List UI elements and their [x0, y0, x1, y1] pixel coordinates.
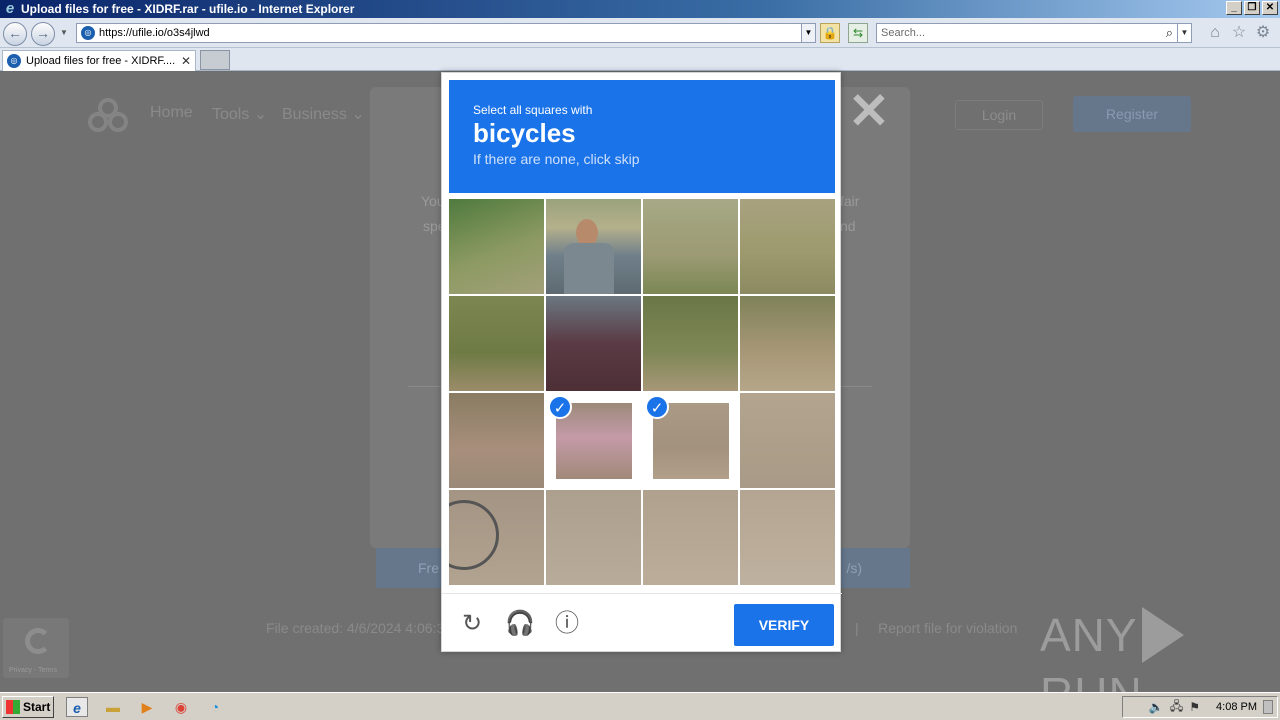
address-bar[interactable]: ◎ https://ufile.io/o3s4jlwd ▼ [76, 23, 816, 43]
address-dropdown-icon[interactable]: ▼ [801, 24, 815, 42]
ie-taskbar-icon[interactable]: e [66, 697, 88, 717]
minimize-button[interactable]: _ [1226, 1, 1242, 15]
media-player-icon[interactable]: ▶ [136, 697, 158, 717]
nav-business-link[interactable]: Business ⌄ [282, 104, 365, 124]
window-controls: _ ❐ ✕ [1226, 1, 1278, 15]
selected-check-icon: ✓ [645, 395, 669, 419]
captcha-instruction: Select all squares with [473, 103, 593, 117]
captcha-hint: If there are none, click skip [473, 151, 640, 167]
selected-check-icon: ✓ [548, 395, 572, 419]
search-icon[interactable]: ⌕ [1166, 25, 1173, 41]
edge-icon[interactable]: ◔ [204, 697, 226, 717]
start-button[interactable]: Start [2, 696, 54, 718]
dialog-text-fragment: fair [840, 193, 860, 209]
home-icon[interactable]: ⌂ [1206, 24, 1224, 42]
nav-tools-link[interactable]: Tools ⌄ [212, 104, 267, 124]
site-favicon-icon: ◎ [81, 26, 95, 40]
headphones-icon[interactable]: 🎧 [505, 610, 535, 638]
download-speed-label: /s) [846, 560, 862, 576]
settings-gear-icon[interactable]: ⚙ [1254, 24, 1272, 42]
captcha-target: bicycles [473, 118, 576, 148]
taskbar: Start e ▬ ▶ ◉ ◔ 🔈 🖧 ⚑ 4:08 PM [0, 692, 1280, 720]
captcha-footer: ↻ 🎧 ⓘ VERIFY [442, 593, 842, 653]
lock-icon[interactable]: 🔒 [820, 23, 840, 43]
tab-close-icon[interactable]: ✕ [181, 54, 191, 68]
dialog-close-icon[interactable]: ✕ [848, 86, 890, 136]
captcha-tile[interactable] [449, 393, 544, 488]
watermark-left: ANY [1040, 609, 1138, 661]
report-separator: | [855, 620, 859, 636]
nav-home-link[interactable]: Home [150, 104, 193, 122]
volume-icon[interactable]: 🔈 [1149, 700, 1164, 714]
action-center-flag-icon[interactable]: ⚑ [1189, 700, 1200, 714]
address-url: https://ufile.io/o3s4jlwd [99, 27, 210, 39]
search-input[interactable]: Search... ⌕ ▼ [876, 23, 1192, 43]
file-created-text: File created: 4/6/2024 4:06:3 [266, 620, 445, 636]
register-button[interactable]: Register [1073, 96, 1191, 132]
close-window-button[interactable]: ✕ [1262, 1, 1278, 15]
refresh-icon[interactable]: ⇆ [848, 23, 868, 43]
restore-button[interactable]: ❐ [1244, 1, 1260, 15]
captcha-tile[interactable] [740, 490, 835, 585]
dialog-text-fragment: nd [840, 218, 856, 234]
search-placeholder: Search... [881, 27, 926, 39]
captcha-tile[interactable] [740, 393, 835, 488]
report-link[interactable]: | Report file for violation [855, 620, 1017, 636]
windows-flag-icon [6, 700, 20, 714]
captcha-challenge: Select all squares with bicycles If ther… [441, 72, 842, 653]
clock[interactable]: 4:08 PM [1216, 701, 1257, 713]
anyrun-watermark: ANY RUN [1040, 606, 1280, 692]
favorites-star-icon[interactable]: ☆ [1230, 24, 1248, 42]
captcha-tile[interactable] [449, 490, 544, 585]
tab-bar: ◎ Upload files for free - XIDRF.... ✕ [0, 48, 1280, 71]
search-dropdown-icon[interactable]: ▼ [1177, 24, 1191, 42]
captcha-tile[interactable] [449, 296, 544, 391]
start-label: Start [23, 700, 51, 714]
captcha-tile[interactable] [643, 296, 738, 391]
ufile-logo-icon[interactable] [86, 98, 130, 132]
system-tray: 🔈 🖧 ⚑ 4:08 PM [1122, 696, 1278, 718]
captcha-tile[interactable] [740, 296, 835, 391]
chrome-icon[interactable]: ◉ [170, 697, 192, 717]
free-download-label: Fre [418, 560, 439, 576]
new-tab-button[interactable] [200, 50, 230, 70]
reload-icon[interactable]: ↻ [458, 610, 486, 638]
recaptcha-terms: Privacy - Terms [9, 667, 58, 674]
tab-label: Upload files for free - XIDRF.... [26, 55, 176, 67]
window-titlebar: e Upload files for free - XIDRF.rar - uf… [0, 0, 1280, 18]
captcha-tile[interactable] [643, 199, 738, 294]
show-desktop-button[interactable] [1263, 700, 1273, 714]
captcha-tile[interactable] [449, 199, 544, 294]
report-link-label: Report file for violation [878, 620, 1018, 636]
info-icon[interactable]: ⓘ [553, 610, 581, 638]
navigation-bar: ← → ▼ ◎ https://ufile.io/o3s4jlwd ▼ 🔒 ⇆ … [0, 18, 1280, 48]
network-icon[interactable]: 🖧 [1170, 697, 1183, 718]
captcha-image-grid: ✓ ✓ [449, 199, 835, 585]
watermark-right: RUN [1040, 668, 1143, 692]
captcha-tile[interactable] [643, 490, 738, 585]
window-title: Upload files for free - XIDRF.rar - ufil… [21, 2, 355, 16]
forward-button[interactable]: → [31, 22, 55, 46]
captcha-tile[interactable] [546, 296, 641, 391]
captcha-tile[interactable] [740, 199, 835, 294]
login-button[interactable]: Login [955, 100, 1043, 130]
captcha-tile[interactable] [546, 199, 641, 294]
captcha-tile[interactable] [546, 490, 641, 585]
recaptcha-badge[interactable]: Privacy - Terms [3, 618, 69, 678]
recaptcha-icon [25, 628, 51, 654]
ie-logo-icon: e [5, 0, 15, 17]
captcha-header: Select all squares with bicycles If ther… [449, 80, 835, 193]
explorer-folder-icon[interactable]: ▬ [102, 697, 124, 717]
play-icon [1141, 606, 1184, 663]
tab-ufile[interactable]: ◎ Upload files for free - XIDRF.... ✕ [2, 50, 196, 71]
tab-favicon-icon: ◎ [7, 54, 21, 68]
verify-button[interactable]: VERIFY [734, 604, 834, 646]
back-button[interactable]: ← [3, 22, 27, 46]
history-dropdown-icon[interactable]: ▼ [60, 28, 70, 38]
